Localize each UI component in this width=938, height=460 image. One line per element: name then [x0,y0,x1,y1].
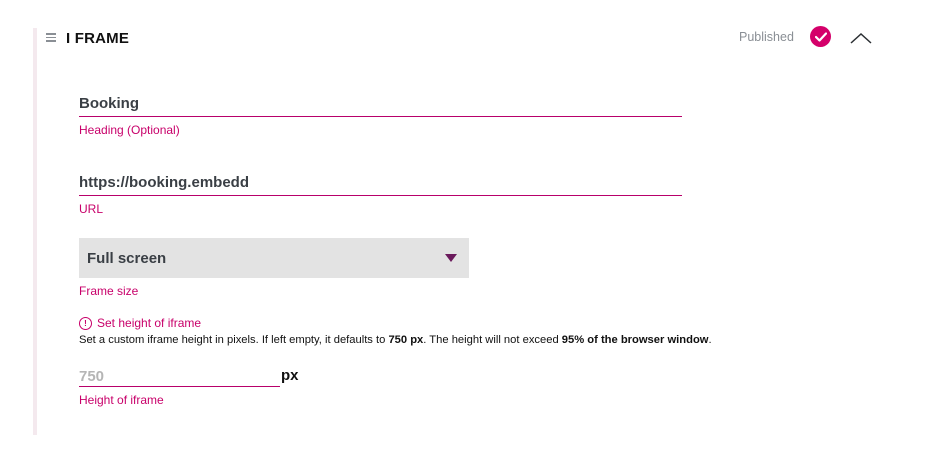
chevron-up-icon [850,32,872,44]
info-icon: ! [79,316,92,330]
url-underline [79,195,682,196]
hint-title: ! Set height of iframe [79,316,201,330]
height-input[interactable] [79,367,280,387]
hint-text-part-1: Set a custom iframe height in pixels. If… [79,334,389,346]
collapse-button[interactable] [848,26,874,48]
heading-underline [79,116,682,117]
frame-size-select[interactable]: Full screen [79,238,469,278]
hint-text-part-2: . The height will not exceed [423,334,562,346]
url-input[interactable]: https://booking.embedd [79,174,682,195]
check-circle-icon [810,26,831,47]
height-label: Height of iframe [79,393,164,407]
height-unit: px [281,367,299,384]
frame-size-label: Frame size [79,284,139,298]
heading-input[interactable]: Booking [79,95,682,116]
block-title: I FRAME [66,30,130,47]
check-mark-icon [814,31,827,42]
caret-down-icon [445,254,457,262]
drag-handle-icon[interactable] [46,33,56,43]
url-label: URL [79,202,104,216]
heading-field[interactable]: Booking Heading (Optional) [79,95,682,137]
hint-title-text: Set height of iframe [97,316,202,330]
hint-text-part-3: . [708,334,712,346]
status-label: Published [739,30,794,44]
url-field[interactable]: https://booking.embedd URL [79,174,682,216]
hint-max-height: 95% of the browser window [561,334,709,346]
heading-label: Heading (Optional) [79,123,180,137]
hint-text: Set a custom iframe height in pixels. If… [79,334,712,346]
hint-default-height: 750 px [388,334,424,346]
frame-size-value: Full screen [87,249,167,267]
block-accent-bar [33,28,37,435]
